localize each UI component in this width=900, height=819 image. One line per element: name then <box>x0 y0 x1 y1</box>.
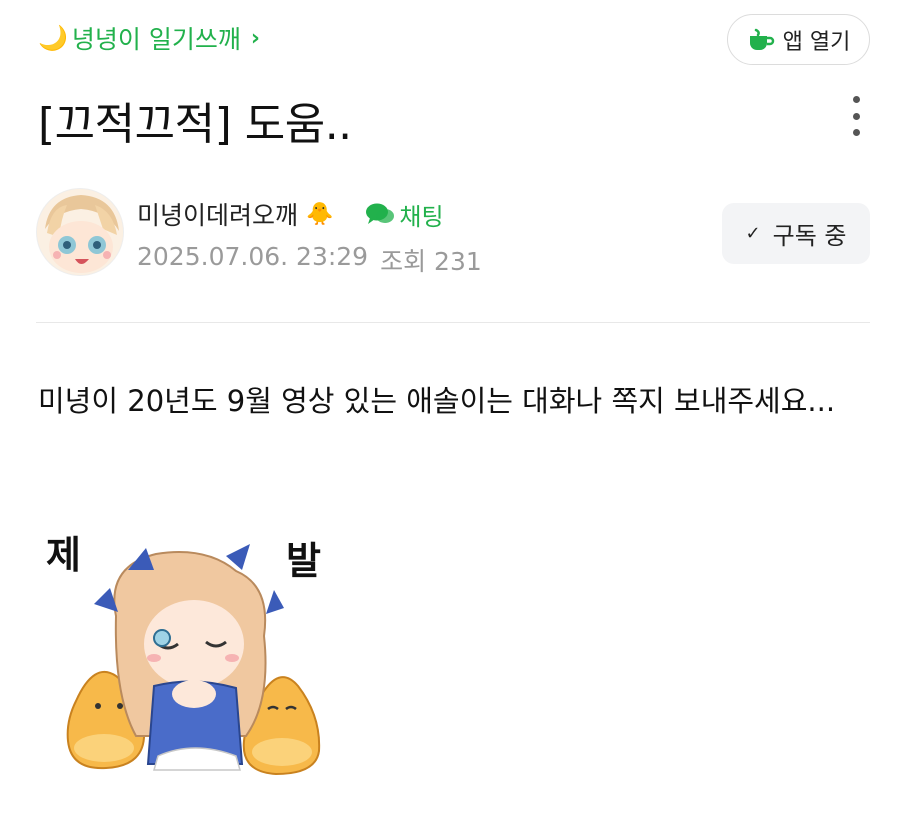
avatar-image <box>37 189 123 275</box>
sticker-image: 제 발 <box>46 533 321 776</box>
sticker-text-left: 제 <box>46 533 81 577</box>
chat-label: 채팅 <box>399 202 444 231</box>
chat-button[interactable]: 채팅 <box>365 197 444 232</box>
post-title: [끄적끄적] 도움.. <box>38 99 352 150</box>
post-views: 조회 231 <box>380 247 482 276</box>
open-app-label: 앱 열기 <box>782 29 851 55</box>
post-content: 미녕이 20년도 9월 영상 있는 애솔이는 대화나 쪽지 보내주세요... <box>38 384 836 418</box>
chat-bubble-icon <box>366 203 395 224</box>
cafe-name-link[interactable]: 🌙 녕녕이 일기쓰깨 › <box>38 20 260 56</box>
post-date: 2025.07.06. 23:29 <box>137 242 369 271</box>
check-icon: ✓ <box>745 223 761 244</box>
subscribe-button[interactable]: ✓ 구독 중 <box>722 203 870 264</box>
sticker-text-right: 발 <box>286 539 321 583</box>
author-name[interactable]: 미녕이데려오깨 <box>137 196 298 232</box>
subscribe-label: 구독 중 <box>772 222 847 250</box>
author-row: 미녕이데려오깨 🐥 채팅 <box>137 196 444 232</box>
cafe-name: 녕녕이 일기쓰깨 <box>71 25 241 54</box>
more-options-icon[interactable] <box>848 96 864 136</box>
avatar[interactable] <box>36 188 124 276</box>
crescent-moon-icon: 🌙 <box>38 24 68 52</box>
post-meta: 2025.07.06. 23:29 조회 231 <box>137 242 482 278</box>
teacup-icon <box>749 28 774 50</box>
divider <box>36 322 870 323</box>
open-app-button[interactable]: 앱 열기 <box>727 14 870 65</box>
chevron-right-icon: › <box>250 25 260 51</box>
chick-badge-icon: 🐥 <box>306 201 334 227</box>
